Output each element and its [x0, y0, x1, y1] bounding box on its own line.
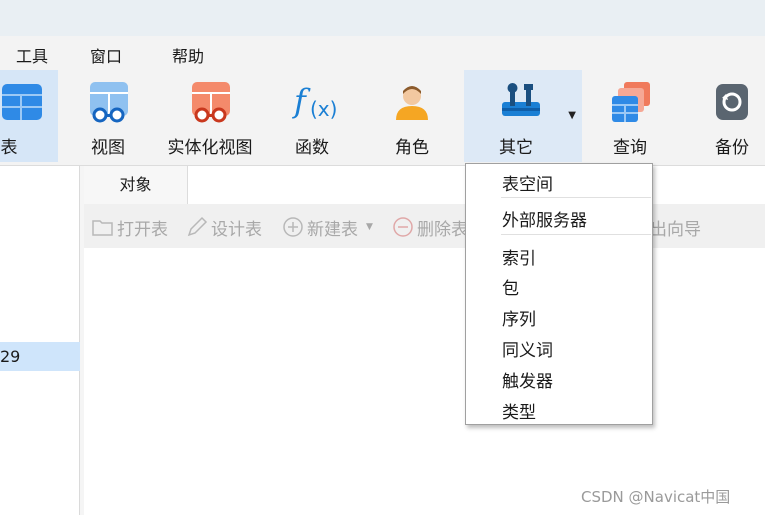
new-table-button[interactable]: 新建表 ▼: [282, 216, 373, 240]
pencil-icon: [186, 216, 208, 238]
toolbar-backup-label: 备份: [715, 138, 749, 158]
toolbar-role-label: 角色: [395, 138, 429, 158]
object-pane: 对象 打开表 设计表 新建表 ▼ 删除表 出向导: [84, 166, 765, 515]
new-table-label: 新建表: [307, 219, 358, 240]
open-table-button[interactable]: 打开表: [92, 216, 168, 240]
tools-icon: [500, 82, 540, 122]
toolbar-others-button[interactable]: 其它 ▼: [464, 70, 582, 162]
chevron-down-icon[interactable]: ▼: [568, 110, 576, 121]
menu-window[interactable]: 窗口: [90, 43, 122, 67]
remove-circle-icon: [392, 216, 414, 238]
svg-text:f: f: [292, 82, 311, 120]
table-icon: [0, 82, 42, 122]
materialized-view-icon: [190, 82, 230, 123]
menu-item-synonym[interactable]: 同义词: [502, 336, 553, 361]
menu-item-foreign-server[interactable]: 外部服务器: [502, 206, 587, 231]
open-table-label: 打开表: [117, 219, 168, 240]
menu-item-trigger[interactable]: 触发器: [502, 367, 553, 392]
toolbar-query-button[interactable]: 查询: [600, 70, 660, 162]
toolbar-materialized-view-label: 实体化视图: [167, 138, 253, 158]
tab-strip: 对象: [84, 166, 765, 205]
watermark: CSDN @Navicat中国: [581, 488, 731, 506]
toolbar-view-button[interactable]: 视图: [78, 70, 138, 162]
menu-item-type[interactable]: 类型: [502, 398, 536, 423]
user-role-icon: [392, 82, 432, 122]
menu-separator: [501, 234, 651, 235]
wizard-label: 出向导: [650, 219, 701, 240]
navigation-pane: 29: [0, 166, 80, 515]
menu-help[interactable]: 帮助: [172, 43, 204, 67]
function-icon: f (x): [292, 82, 337, 122]
toolbar-function-button[interactable]: f (x) 函数: [282, 70, 342, 162]
backup-icon: [712, 82, 752, 122]
folder-open-icon: [92, 216, 114, 238]
toolbar-role-button[interactable]: 角色: [382, 70, 442, 162]
toolbar-query-label: 查询: [613, 138, 647, 158]
toolbar-others-label: 其它: [499, 138, 533, 158]
chevron-down-icon[interactable]: ▼: [366, 222, 373, 232]
toolbar-backup-button[interactable]: 备份: [702, 70, 762, 162]
object-list: [84, 248, 765, 515]
add-circle-icon: [282, 216, 304, 238]
design-table-label: 设计表: [211, 219, 262, 240]
menu-item-package[interactable]: 包: [502, 274, 519, 299]
menu-item-index[interactable]: 索引: [502, 244, 536, 269]
menu-item-tablespace[interactable]: 表空间: [502, 170, 553, 195]
tab-objects[interactable]: 对象: [84, 166, 188, 205]
toolbar-table-button[interactable]: 表: [0, 70, 58, 162]
menu-separator: [501, 197, 651, 198]
menu-item-sequence[interactable]: 序列: [502, 305, 536, 330]
menu-tools[interactable]: 工具: [16, 43, 48, 67]
sidebar-selected-item[interactable]: 29: [0, 342, 80, 371]
menu-bar: 工具 窗口 帮助: [0, 36, 765, 70]
query-icon: [610, 82, 650, 122]
others-dropdown-menu: 表空间 外部服务器 索引 包 序列 同义词 触发器 类型: [465, 163, 653, 425]
toolbar-materialized-view-button[interactable]: 实体化视图: [162, 70, 258, 162]
delete-table-button[interactable]: 删除表: [392, 216, 468, 240]
toolbar-function-label: 函数: [295, 138, 329, 158]
design-table-button[interactable]: 设计表: [186, 216, 262, 240]
delete-table-label: 删除表: [417, 219, 468, 240]
view-icon: [88, 82, 128, 123]
toolbar-table-label: 表: [0, 138, 18, 158]
title-bar: [0, 0, 765, 36]
svg-text:(x): (x): [310, 97, 337, 121]
main-toolbar: 表 视图 实体化视图 f (x) 函数 角色 其它 ▼ 查询 备份: [0, 70, 765, 166]
object-toolbar: 打开表 设计表 新建表 ▼ 删除表 出向导: [84, 204, 765, 248]
toolbar-view-label: 视图: [91, 138, 125, 158]
wizard-button[interactable]: 出向导: [650, 216, 701, 240]
